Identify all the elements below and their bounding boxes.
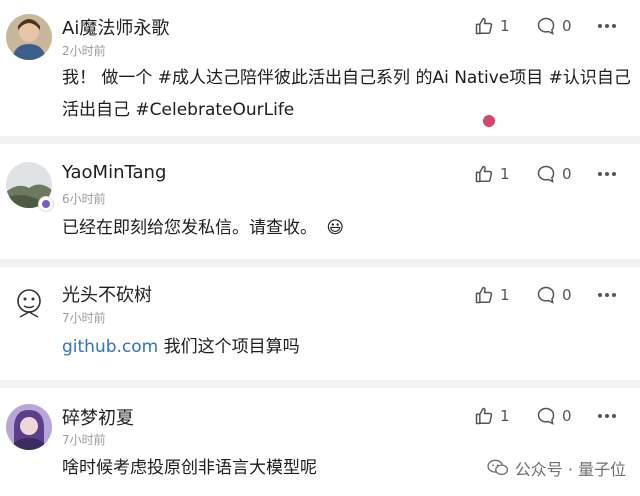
timestamp: 7小时前	[62, 433, 106, 447]
like-count: 1	[500, 286, 510, 304]
reply-button[interactable]: 0	[536, 14, 572, 38]
more-button[interactable]	[596, 14, 618, 38]
like-button[interactable]: 1	[474, 404, 510, 428]
thumbs-up-icon	[475, 407, 493, 425]
like-button[interactable]: 1	[474, 162, 510, 186]
wechat-icon	[487, 459, 508, 476]
comment-item: 光头不砍树 7小时前 1 0 github.com 我们这个项目算吗	[0, 267, 640, 379]
comment-text-body: 我们这个项目算吗	[158, 337, 300, 357]
divider	[0, 380, 640, 388]
more-button[interactable]	[596, 283, 618, 307]
avatar[interactable]	[6, 281, 52, 327]
reply-button[interactable]: 0	[536, 404, 572, 428]
like-button[interactable]: 1	[474, 283, 510, 307]
comment-bubble-icon	[537, 407, 555, 425]
comment-text: 已经在即刻给您发私信。请查收。 😃	[62, 212, 632, 244]
thumbs-up-icon	[475, 165, 493, 183]
comment-item: YaoMinTang 6小时前 1 0 已经在即刻给您发私信。请查收。 😃	[0, 144, 640, 256]
comment-actions: 1 0	[470, 283, 640, 307]
reply-count: 0	[562, 17, 572, 35]
avatar[interactable]	[6, 404, 52, 450]
comment-text: github.com 我们这个项目算吗	[62, 331, 632, 363]
timestamp: 7小时前	[62, 311, 106, 325]
thumbs-up-icon	[475, 17, 493, 35]
divider	[0, 136, 640, 144]
comment-text-body: 已经在即刻给您发私信。请查收。	[62, 218, 317, 238]
comment-item: Ai魔法师永歌 2小时前 1 0 我！ 做一个 #成人达己陪伴彼此活出自己系列 …	[0, 0, 640, 134]
more-button[interactable]	[596, 404, 618, 428]
github-link[interactable]: github.com	[62, 337, 158, 357]
timestamp: 2小时前	[62, 44, 106, 58]
like-count: 1	[500, 17, 510, 35]
watermark-text: 公众号 · 量子位	[514, 460, 626, 479]
more-dots-icon	[598, 293, 616, 297]
username[interactable]: Ai魔法师永歌	[62, 14, 169, 40]
more-dots-icon	[598, 172, 616, 176]
timestamp: 6小时前	[62, 192, 106, 206]
username[interactable]: 碎梦初夏	[62, 404, 134, 430]
like-count: 1	[500, 407, 510, 425]
badge-icon	[38, 196, 54, 212]
indicator-dot	[483, 115, 495, 127]
smile-emoji-icon: 😃	[326, 218, 345, 238]
reply-count: 0	[562, 286, 572, 304]
more-button[interactable]	[596, 162, 618, 186]
divider	[0, 259, 640, 267]
watermark: 公众号 · 量子位	[487, 456, 626, 480]
reply-button[interactable]: 0	[536, 283, 572, 307]
more-dots-icon	[598, 24, 616, 28]
comment-bubble-icon	[537, 165, 555, 183]
reply-count: 0	[562, 165, 572, 183]
thumbs-up-icon	[475, 286, 493, 304]
comment-actions: 1 0	[470, 404, 640, 428]
comment-actions: 1 0	[470, 162, 640, 186]
comment-text: 我！ 做一个 #成人达己陪伴彼此活出自己系列 的Ai Native项目 #认识自…	[62, 68, 631, 120]
comment-actions: 1 0	[470, 14, 640, 38]
more-dots-icon	[598, 414, 616, 418]
like-button[interactable]: 1	[474, 14, 510, 38]
comment-bubble-icon	[537, 17, 555, 35]
username[interactable]: 光头不砍树	[62, 281, 152, 307]
like-count: 1	[500, 165, 510, 183]
reply-button[interactable]: 0	[536, 162, 572, 186]
avatar[interactable]	[6, 14, 52, 60]
reply-count: 0	[562, 407, 572, 425]
comment-bubble-icon	[537, 286, 555, 304]
username[interactable]: YaoMinTang	[62, 162, 166, 183]
